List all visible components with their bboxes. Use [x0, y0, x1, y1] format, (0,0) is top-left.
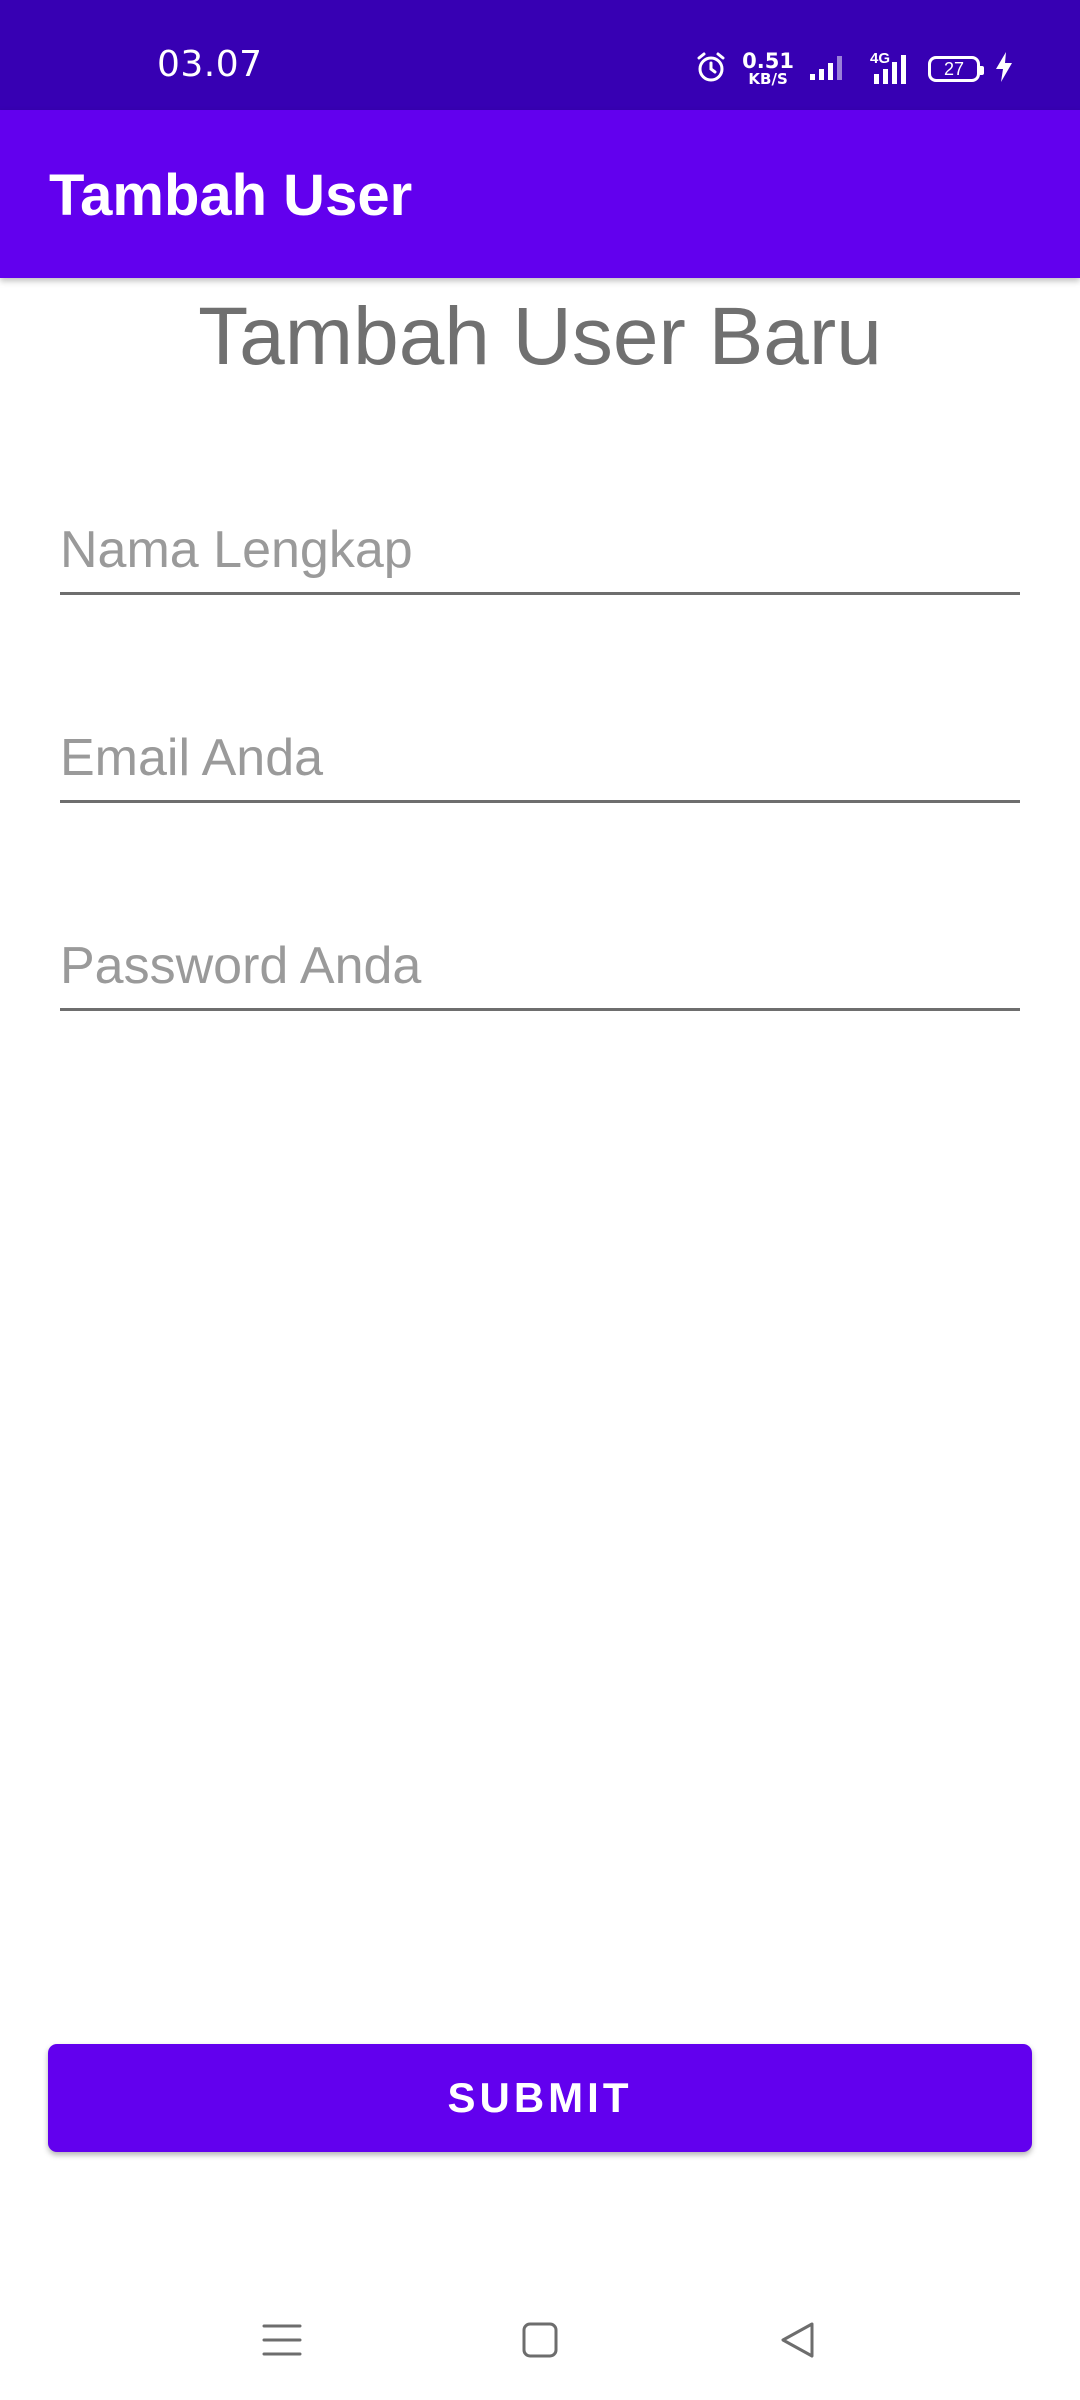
signal-icon — [808, 52, 848, 87]
submit-button[interactable]: SUBMIT — [48, 2044, 1032, 2152]
network-speed: 0.51 KB/S — [742, 51, 794, 87]
status-icons: 0.51 KB/S 4G 27 — [694, 44, 1014, 94]
speed-unit: KB/S — [748, 70, 788, 88]
system-nav-bar — [0, 2280, 1080, 2390]
menu-icon[interactable] — [252, 2310, 312, 2370]
battery-level: 27 — [943, 58, 965, 79]
status-time: 03.07 — [157, 44, 263, 85]
status-bar: 03.07 0.51 KB/S 4G 27 — [0, 0, 1080, 110]
full-name-input[interactable] — [60, 515, 1020, 595]
app-bar: Tambah User — [0, 110, 1080, 278]
charging-icon — [994, 51, 1014, 88]
app-bar-title: Tambah User — [49, 163, 413, 228]
page-heading: Tambah User Baru — [198, 291, 882, 382]
battery-icon: 27 — [928, 56, 984, 82]
email-input[interactable] — [60, 723, 1020, 803]
signal-4g-icon: 4G — [862, 50, 914, 86]
alarm-icon — [694, 50, 728, 89]
password-input[interactable] — [60, 931, 1020, 1011]
home-icon[interactable] — [510, 2310, 570, 2370]
back-icon[interactable] — [768, 2310, 828, 2370]
speed-value: 0.51 — [742, 49, 794, 73]
